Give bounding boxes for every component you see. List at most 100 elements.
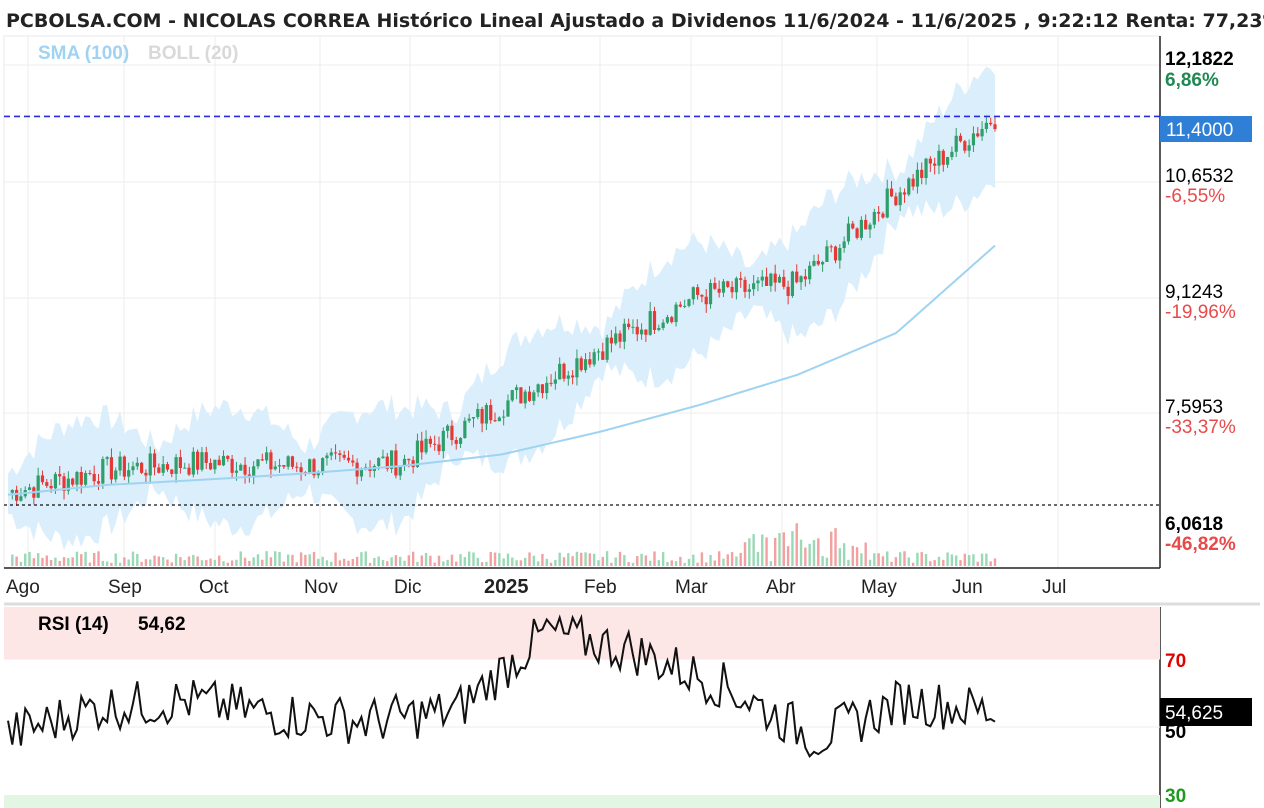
x-tick-label: May <box>861 577 897 598</box>
volume-bar <box>161 557 165 566</box>
volume-bar <box>739 552 742 566</box>
candle-body <box>855 228 859 238</box>
candle-body <box>484 405 489 424</box>
candle-body <box>924 158 928 179</box>
volume-bar <box>261 559 264 566</box>
candle-body <box>726 281 730 287</box>
volume-bar <box>420 555 423 566</box>
volume-bar <box>153 555 156 566</box>
candle-body <box>553 379 557 384</box>
candle-body <box>40 475 45 483</box>
volume-bar <box>756 551 760 566</box>
candle-body <box>243 464 247 475</box>
volume-bar <box>144 559 148 566</box>
candle-body <box>730 286 734 293</box>
volume-bar <box>325 560 329 566</box>
volume-bar <box>338 560 342 566</box>
candle-body <box>566 375 570 379</box>
candle-body <box>627 323 631 328</box>
candle-body <box>842 241 846 249</box>
volume-bar <box>618 551 622 566</box>
x-tick-label: Jul <box>1042 577 1066 598</box>
candle-body <box>631 326 635 328</box>
volume-bar <box>528 552 531 566</box>
candle-body <box>157 467 161 473</box>
candle-body <box>463 420 467 438</box>
volume-bar <box>955 555 958 566</box>
candle-body <box>10 489 14 493</box>
volume-bar <box>761 534 764 566</box>
volume-bar <box>368 562 372 566</box>
volume-bar <box>623 555 626 566</box>
candle-body <box>493 420 497 422</box>
candle-body <box>846 223 851 242</box>
candle-body <box>204 452 208 463</box>
candle-body <box>458 437 463 444</box>
volume-bar <box>898 552 902 566</box>
candle-body <box>502 416 506 418</box>
volume-bar <box>674 561 678 566</box>
volume-bar <box>54 557 57 566</box>
volume-bar <box>743 542 747 566</box>
volume-bar <box>773 537 777 566</box>
candle-body <box>407 458 411 461</box>
candle-body <box>950 151 954 158</box>
volume-bar <box>205 560 208 566</box>
candle-body <box>579 358 583 371</box>
volume-bar <box>493 552 497 566</box>
candle-body <box>644 329 648 335</box>
candle-body <box>338 453 342 455</box>
candle-body <box>920 169 924 179</box>
volume-bar <box>519 560 523 566</box>
candle-body <box>394 450 398 476</box>
volume-bar <box>541 553 544 566</box>
candle-body <box>786 286 790 296</box>
candle-body <box>239 464 243 471</box>
volume-bar <box>726 554 729 566</box>
candle-body <box>88 472 92 474</box>
candle-body <box>777 276 782 283</box>
volume-bar <box>791 531 794 566</box>
volume-bar <box>166 559 169 566</box>
volume-bar <box>536 561 540 566</box>
volume-bar <box>364 551 367 566</box>
volume-bar <box>597 560 600 566</box>
volume-bar <box>696 562 699 566</box>
candle-body <box>532 392 536 401</box>
volume-bar <box>683 562 686 566</box>
candle-body <box>661 322 665 329</box>
candle-body <box>454 440 458 444</box>
volume-bar <box>265 551 268 566</box>
candle-body <box>58 474 62 477</box>
candle-body <box>889 188 894 197</box>
volume-bar <box>472 552 475 566</box>
candle-body <box>170 469 174 474</box>
volume-bar <box>403 560 406 566</box>
volume-bar <box>562 557 566 566</box>
candle-body <box>277 465 282 467</box>
candle-body <box>902 192 907 195</box>
volume-bar <box>217 555 221 566</box>
volume-bar <box>19 561 23 566</box>
volume-bar <box>717 551 721 566</box>
candle-body <box>747 289 751 292</box>
volume-bar <box>631 562 635 566</box>
candle-body <box>967 145 971 151</box>
candle-body <box>342 454 346 458</box>
candle-body <box>446 425 450 431</box>
volume-bar <box>304 554 307 566</box>
candle-body <box>260 459 264 461</box>
volume-bar <box>200 560 204 566</box>
candle-body <box>596 351 601 353</box>
candle-body <box>377 458 381 467</box>
candle-body <box>148 453 152 476</box>
volume-bar <box>972 554 975 566</box>
candle-body <box>687 299 691 306</box>
level-price-1: 12,1822 <box>1165 49 1234 70</box>
volume-bar <box>881 556 885 566</box>
candle-body <box>295 466 299 468</box>
candle-body <box>588 359 592 365</box>
x-tick-label: Sep <box>108 577 142 598</box>
candle-body <box>187 467 191 475</box>
candle-body <box>428 438 432 444</box>
